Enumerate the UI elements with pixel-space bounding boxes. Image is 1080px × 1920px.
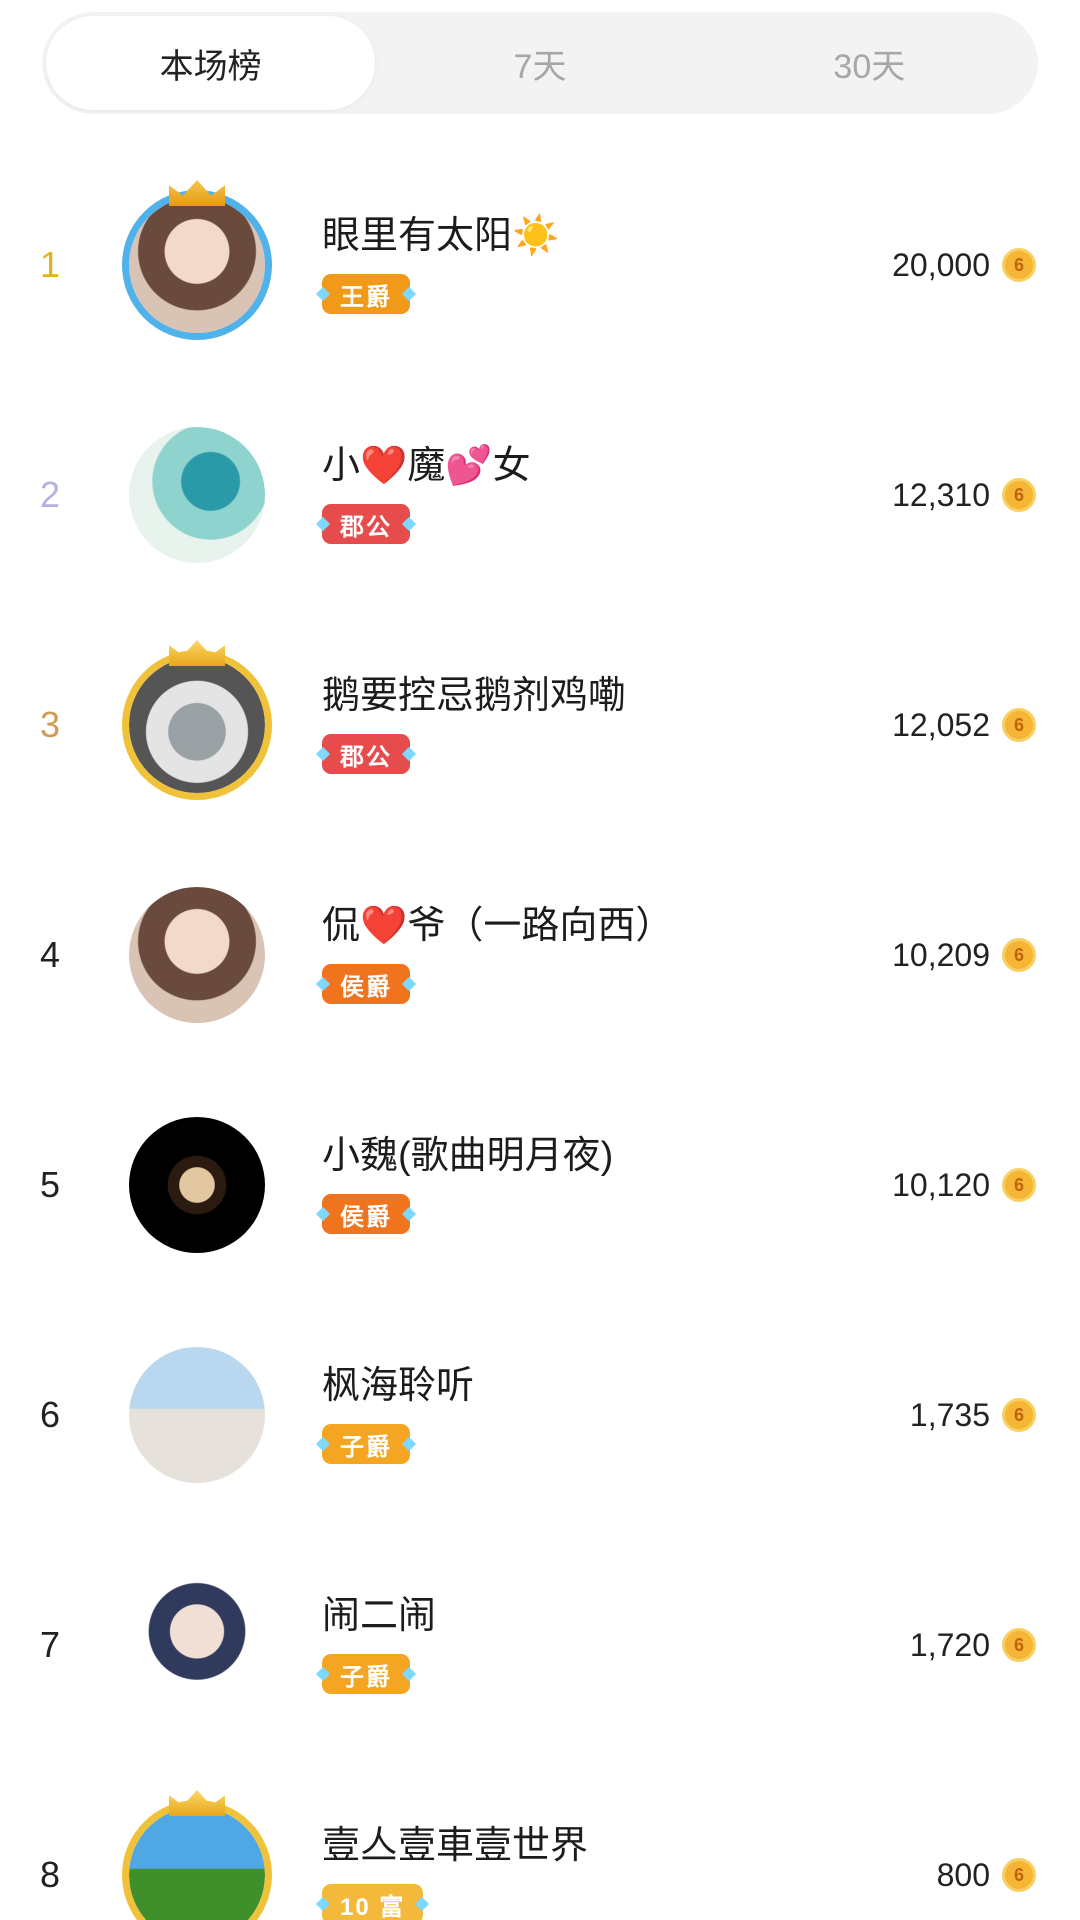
score-value-container: 10,120 6 — [892, 1070, 1036, 1300]
coin-icon: 6 — [1002, 708, 1036, 742]
rank-badge: 侯爵 — [322, 964, 410, 1004]
tab-7-days[interactable]: 7天 — [375, 16, 704, 110]
score-value-container: 10,209 6 — [892, 840, 1036, 1070]
user-name: 眼里有太阳☀️ — [322, 215, 560, 257]
avatar-dark-icon — [129, 1117, 265, 1253]
user-info: 壹亼壹車壹世界 10 富 — [322, 1824, 588, 1920]
ranking-row[interactable]: 2 小❤️魔💕女 郡公 12,310 6 — [0, 380, 1080, 610]
avatar-couple-icon — [129, 1347, 265, 1483]
ranking-row[interactable]: 5 小魏(歌曲明月夜) 侯爵 10,120 6 — [0, 1070, 1080, 1300]
tab-this-session[interactable]: 本场榜 — [46, 16, 376, 110]
coin-icon: 6 — [1002, 1398, 1036, 1432]
tab-30-days[interactable]: 30天 — [705, 16, 1034, 110]
rank-number: 6 — [40, 1394, 61, 1435]
rank-number: 1 — [40, 244, 61, 285]
score-value: 1,735 — [909, 1396, 990, 1433]
user-info: 眼里有太阳☀️ 王爵 — [322, 214, 559, 314]
period-tabs: 本场榜 7天 30天 — [42, 12, 1038, 114]
rank-badge: 郡公 — [322, 734, 410, 774]
user-name: 鹅要控忌鹅剂鸡嘞 — [322, 675, 627, 717]
coin-icon: 6 — [1002, 1858, 1036, 1892]
user-name: 枫海聆听 — [322, 1365, 475, 1407]
avatar[interactable] — [118, 870, 276, 1040]
score-value-container: 1,735 6 — [910, 1300, 1036, 1530]
user-info: 侃❤️爷（一路向西） 侯爵 — [322, 904, 673, 1004]
user-info: 小❤️魔💕女 郡公 — [322, 444, 531, 544]
rank-badge: 子爵 — [322, 1424, 410, 1464]
avatar-frame-icon — [122, 190, 272, 340]
ranking-row[interactable]: 8 壹亼壹車壹世界 10 富 800 6 — [0, 1760, 1080, 1920]
avatar-woman-icon — [129, 887, 265, 1023]
user-name: 壹亼壹車壹世界 — [322, 1825, 589, 1867]
avatar[interactable] — [118, 640, 276, 810]
user-name: 闹二闹 — [322, 1595, 437, 1637]
score-value: 20,000 — [892, 246, 990, 283]
score-value: 800 — [936, 1856, 990, 1893]
avatar-frame-icon — [122, 1800, 272, 1920]
coin-icon: 6 — [1002, 478, 1036, 512]
user-info: 小魏(歌曲明月夜) 侯爵 — [322, 1134, 613, 1234]
crown-icon — [169, 640, 225, 666]
rank-badge: 子爵 — [322, 1654, 410, 1694]
coin-icon: 6 — [1002, 248, 1036, 282]
ranking-row[interactable]: 6 枫海聆听子爵 1,735 6 — [0, 1300, 1080, 1530]
score-value-container: 1,720 6 — [910, 1530, 1036, 1760]
rank-number: 2 — [40, 474, 61, 515]
coin-icon: 6 — [1002, 938, 1036, 972]
avatar-frame-icon — [122, 650, 272, 800]
rank-number: 8 — [40, 1854, 61, 1895]
coin-icon: 6 — [1002, 1168, 1036, 1202]
avatar-cartoon-icon — [129, 1577, 265, 1713]
ranking-row[interactable]: 4 侃❤️爷（一路向西） 侯爵 10,209 6 — [0, 840, 1080, 1070]
avatar[interactable] — [118, 1560, 276, 1730]
avatar[interactable] — [118, 1790, 276, 1920]
rank-badge: 10 富 — [322, 1884, 424, 1920]
user-info: 鹅要控忌鹅剂鸡嘞 郡公 — [322, 674, 626, 774]
score-value: 1,720 — [909, 1626, 990, 1663]
score-value-container: 800 6 — [937, 1760, 1036, 1920]
user-name: 侃❤️爷（一路向西） — [322, 905, 674, 947]
rank-number: 7 — [40, 1624, 61, 1665]
avatar-dragon-icon — [129, 427, 265, 563]
crown-icon — [169, 1790, 225, 1816]
score-value: 12,052 — [892, 706, 990, 743]
rank-badge: 郡公 — [322, 504, 410, 544]
user-name: 小❤️魔💕女 — [322, 445, 531, 487]
rank-badge: 侯爵 — [322, 1194, 410, 1234]
coin-icon: 6 — [1002, 1628, 1036, 1662]
score-value: 10,209 — [892, 936, 990, 973]
ranking-row[interactable]: 1 眼里有太阳☀️ 王爵 20,000 6 — [0, 150, 1080, 380]
score-value-container: 12,310 6 — [892, 380, 1036, 610]
user-info: 枫海聆听 子爵 — [322, 1364, 474, 1464]
rank-number: 5 — [40, 1164, 61, 1205]
score-value: 12,310 — [892, 476, 990, 513]
avatar[interactable] — [118, 1330, 276, 1500]
avatar[interactable] — [118, 410, 276, 580]
rank-number: 3 — [40, 704, 61, 745]
ranking-row[interactable]: 7 闹二闹子爵 1,720 6 — [0, 1530, 1080, 1760]
ranking-row[interactable]: 3 鹅要控忌鹅剂鸡嘞 郡公 12,052 6 — [0, 610, 1080, 840]
rank-badge: 王爵 — [322, 274, 410, 314]
score-value: 10,120 — [892, 1166, 990, 1203]
ranking-list: 1 眼里有太阳☀️ 王爵 20,000 6 2 小❤️魔💕女 郡公 12,310 6 3 鹅要控忌鹅剂… — [0, 150, 1080, 1920]
avatar[interactable] — [118, 180, 276, 350]
rank-number: 4 — [40, 934, 61, 975]
user-name: 小魏(歌曲明月夜) — [322, 1135, 614, 1177]
avatar[interactable] — [118, 1100, 276, 1270]
user-info: 闹二闹 子爵 — [322, 1594, 436, 1694]
leaderboard-page: 本场榜 7天 30天 1 眼里有太阳☀️ 王爵 20,000 6 2 小❤️魔💕女 郡公 12,… — [0, 0, 1080, 1920]
score-value-container: 12,052 6 — [892, 610, 1036, 840]
crown-icon — [169, 180, 225, 206]
score-value-container: 20,000 6 — [892, 150, 1036, 380]
